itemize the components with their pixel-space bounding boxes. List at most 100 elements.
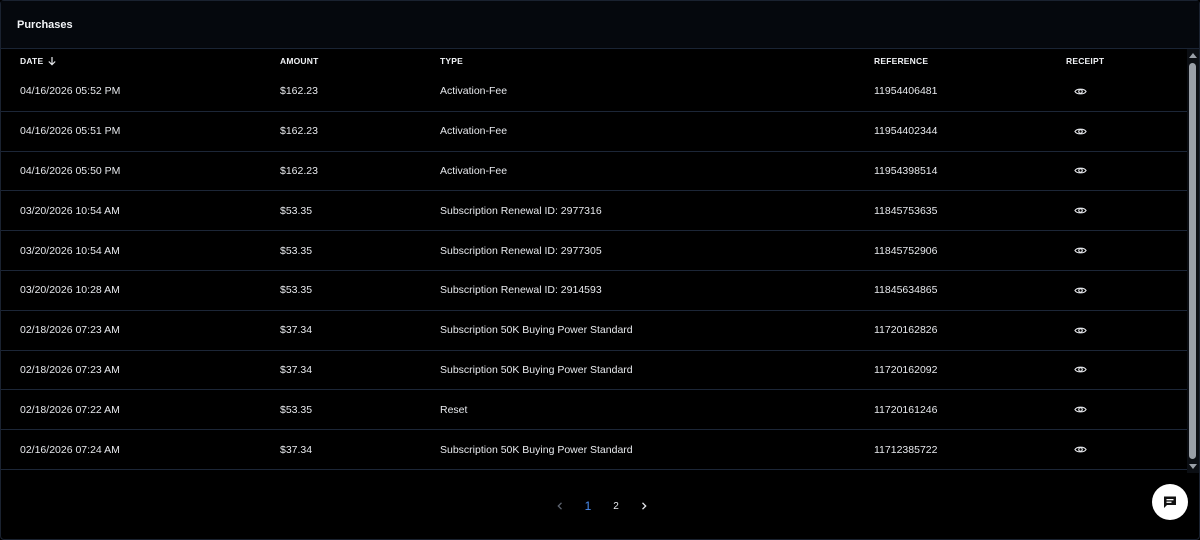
cell-reference: 11720161246 — [874, 403, 938, 416]
prev-page-button[interactable] — [546, 495, 574, 517]
eye-icon — [1073, 446, 1087, 453]
view-receipt-button[interactable] — [1073, 124, 1087, 138]
panel-title: Purchases — [17, 18, 73, 31]
view-receipt-button[interactable] — [1073, 403, 1087, 417]
table-row: 03/20/2026 10:54 AM $53.35 Subscription Re… — [1, 231, 1187, 271]
table-header: DATE AMOUNT TYPE REFERENCE RECEIPT — [1, 49, 1187, 72]
pagination: 1 2 — [546, 495, 658, 517]
cell-amount: $162.23 — [280, 125, 318, 138]
column-header-date[interactable]: DATE — [20, 56, 57, 66]
cell-date: 04/16/2026 05:52 PM — [20, 85, 121, 98]
cell-date: 02/18/2026 07:22 AM — [20, 403, 120, 416]
eye-icon — [1073, 406, 1087, 413]
table-row: 02/18/2026 07:23 AM $37.34 Subscription 50… — [1, 351, 1187, 391]
cell-receipt — [1073, 152, 1087, 191]
cell-amount: $37.34 — [280, 443, 313, 456]
arrow-down-icon — [48, 57, 56, 66]
cell-type: Subscription 50K Buying Power Standard — [440, 363, 633, 376]
table-row: 02/16/2026 07:24 AM $37.34 Subscription 50… — [1, 430, 1187, 470]
column-header-receipt[interactable]: RECEIPT — [1066, 56, 1104, 66]
view-receipt-button[interactable] — [1073, 164, 1087, 178]
cell-type: Activation-Fee — [440, 164, 508, 177]
column-header-type[interactable]: TYPE — [440, 56, 463, 66]
cell-receipt — [1073, 112, 1087, 151]
column-header-type-label: TYPE — [440, 56, 464, 66]
eye-icon — [1073, 88, 1087, 95]
scroll-up-arrow[interactable] — [1189, 53, 1197, 58]
scrollbar-thumb[interactable] — [1189, 63, 1196, 459]
view-receipt-button[interactable] — [1073, 323, 1087, 337]
cell-reference: 11720162092 — [874, 363, 938, 376]
cell-type: Activation-Fee — [440, 125, 508, 138]
table-row: 04/16/2026 05:50 PM $162.23 Activation-Fee… — [1, 152, 1187, 192]
column-header-amount[interactable]: AMOUNT — [280, 56, 319, 66]
cell-receipt — [1073, 351, 1087, 390]
cell-reference: 11954398514 — [874, 164, 938, 177]
cell-amount: $53.35 — [280, 244, 313, 257]
cell-date: 03/20/2026 10:28 AM — [20, 284, 120, 297]
next-page-button[interactable] — [630, 495, 658, 517]
view-receipt-button[interactable] — [1073, 283, 1087, 297]
table-row: 03/20/2026 10:28 AM $53.35 Subscription Re… — [1, 271, 1187, 311]
cell-reference: 11954406481 — [874, 85, 938, 98]
cell-amount: $162.23 — [280, 164, 318, 177]
cell-amount: $162.23 — [280, 85, 318, 98]
table-row: 03/20/2026 10:54 AM $53.35 Subscription Re… — [1, 191, 1187, 232]
page-button-2[interactable]: 2 — [602, 495, 630, 517]
purchases-panel: Purchases DATE AMOUNT TYPE REFERENCE REC… — [0, 0, 1200, 540]
cell-date: 03/20/2026 10:54 AM — [20, 204, 120, 217]
cell-type: Subscription Renewal ID: 2977305 — [440, 244, 602, 257]
cell-reference: 11954402344 — [874, 125, 938, 138]
eye-icon — [1073, 327, 1087, 334]
cell-amount: $53.35 — [280, 403, 313, 416]
column-header-receipt-label: RECEIPT — [1066, 56, 1105, 66]
vertical-scrollbar[interactable] — [1187, 49, 1199, 473]
column-header-reference[interactable]: REFERENCE — [874, 56, 928, 66]
cell-amount: $37.34 — [280, 363, 313, 376]
cell-amount: $53.35 — [280, 204, 313, 217]
cell-reference: 11720162826 — [874, 324, 938, 337]
cell-date: 02/18/2026 07:23 AM — [20, 324, 120, 337]
cell-reference: 11845753635 — [874, 204, 938, 217]
purchases-table: DATE AMOUNT TYPE REFERENCE RECEIPT 04/16… — [1, 49, 1187, 473]
page-button-1[interactable]: 1 — [574, 495, 602, 517]
cell-receipt — [1073, 390, 1087, 429]
cell-reference: 11845752906 — [874, 244, 938, 257]
view-receipt-button[interactable] — [1073, 443, 1087, 457]
chevron-right-icon — [642, 502, 647, 510]
view-receipt-button[interactable] — [1073, 363, 1087, 377]
chat-button[interactable] — [1152, 484, 1188, 520]
cell-date: 04/16/2026 05:50 PM — [20, 164, 121, 177]
eye-icon — [1073, 168, 1087, 174]
column-header-date-label: DATE — [20, 56, 44, 66]
chat-icon — [1164, 496, 1176, 508]
cell-date: 03/20/2026 10:54 AM — [20, 244, 120, 257]
cell-type: Reset — [440, 403, 468, 416]
chevron-left-icon — [557, 502, 562, 510]
cell-type: Subscription Renewal ID: 2977316 — [440, 204, 602, 217]
panel-header: Purchases — [1, 1, 1199, 49]
cell-receipt — [1073, 72, 1087, 111]
cell-date: 04/16/2026 05:51 PM — [20, 125, 121, 138]
eye-icon — [1073, 287, 1087, 294]
table-row: 04/16/2026 05:52 PM $162.23 Activation-Fee… — [1, 72, 1187, 112]
eye-icon — [1073, 128, 1087, 135]
cell-amount: $53.35 — [280, 284, 313, 297]
scroll-down-arrow[interactable] — [1189, 464, 1197, 469]
table-row: 02/18/2026 07:23 AM $37.34 Subscription 50… — [1, 311, 1187, 351]
cell-amount: $37.34 — [280, 324, 313, 337]
view-receipt-button[interactable] — [1073, 204, 1087, 218]
eye-icon — [1073, 247, 1087, 254]
cell-date: 02/16/2026 07:24 AM — [20, 443, 120, 456]
table-body: 04/16/2026 05:52 PM $162.23 Activation-Fee… — [1, 72, 1187, 470]
column-header-amount-label: AMOUNT — [280, 56, 319, 66]
table-row: 04/16/2026 05:51 PM $162.23 Activation-Fee… — [1, 112, 1187, 152]
cell-type: Subscription 50K Buying Power Standard — [440, 324, 633, 337]
cell-type: Subscription Renewal ID: 2914593 — [440, 284, 602, 297]
table-row: 02/18/2026 07:22 AM $53.35 Reset 1172016124… — [1, 390, 1187, 431]
view-receipt-button[interactable] — [1073, 244, 1087, 258]
column-header-reference-label: REFERENCE — [874, 56, 929, 66]
view-receipt-button[interactable] — [1073, 84, 1087, 98]
cell-receipt — [1073, 191, 1087, 230]
cell-receipt — [1073, 430, 1087, 469]
